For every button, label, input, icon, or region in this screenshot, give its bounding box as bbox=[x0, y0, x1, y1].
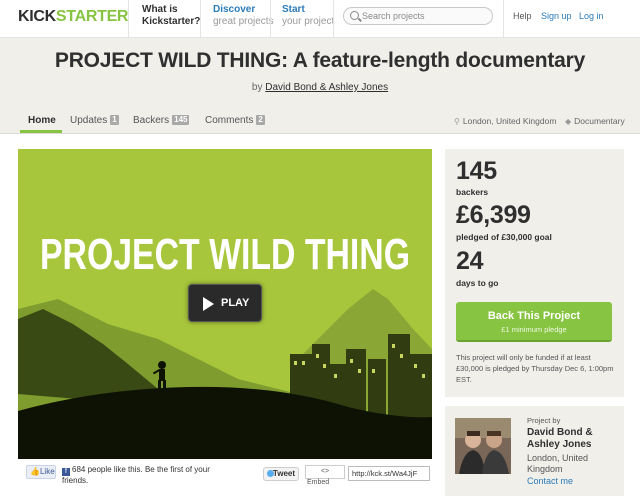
backers-count-badge: 145 bbox=[172, 115, 190, 125]
contact-me-link[interactable]: Contact me bbox=[527, 476, 573, 486]
back-button-label: Back This Project bbox=[487, 310, 581, 322]
nav-divider bbox=[128, 0, 129, 38]
days-to-go-count: 24 bbox=[456, 247, 484, 275]
nav-what-is-line1: What is bbox=[142, 4, 178, 15]
share-bar: 👍Like f 684 people like this. Be the firs… bbox=[18, 462, 432, 496]
facebook-icon: f bbox=[62, 468, 70, 476]
pledged-label: pledged of £30,000 goal bbox=[456, 232, 552, 242]
tab-backers-label: Backers bbox=[133, 115, 170, 126]
search-input[interactable] bbox=[362, 9, 487, 23]
nav-start[interactable]: Start your project bbox=[282, 4, 334, 28]
nav-what-is-kickstarter[interactable]: What is Kickstarter? bbox=[142, 4, 200, 28]
embed-label: Embed bbox=[307, 479, 330, 486]
creator-avatar[interactable] bbox=[455, 418, 511, 474]
project-byline: by David Bond & Ashley Jones bbox=[0, 82, 640, 93]
short-url-field[interactable] bbox=[348, 466, 430, 481]
category-label: Documentary bbox=[574, 116, 625, 126]
min-pledge-label: £1 minimum pledge bbox=[501, 325, 567, 334]
tag-icon: ◆ bbox=[565, 117, 572, 126]
project-by-label: Project by bbox=[527, 416, 561, 425]
top-navigation: KICKSTARTER What is Kickstarter? Discove… bbox=[0, 0, 640, 38]
embed-button[interactable]: <> bbox=[305, 465, 345, 479]
updates-count-badge: 1 bbox=[110, 115, 119, 125]
nav-start-label: Start bbox=[282, 4, 305, 15]
nav-discover[interactable]: Discover great projects bbox=[213, 4, 274, 28]
search-box bbox=[343, 7, 493, 25]
backers-count: 145 bbox=[456, 157, 497, 185]
tab-comments[interactable]: Comments 2 bbox=[205, 115, 265, 126]
nav-discover-label: Discover bbox=[213, 4, 256, 15]
thumbs-up-icon: 👍 bbox=[30, 467, 40, 476]
active-tab-indicator bbox=[20, 130, 62, 133]
twitter-bird-icon bbox=[267, 470, 274, 477]
project-location[interactable]: ⚲ London, United Kingdom bbox=[454, 116, 556, 126]
nav-divider bbox=[333, 0, 334, 38]
play-icon bbox=[203, 297, 214, 311]
project-title: PROJECT WILD THING: A feature-length doc… bbox=[54, 49, 586, 72]
tab-updates-label: Updates bbox=[70, 115, 108, 126]
embed-code-icon: <> bbox=[320, 468, 330, 475]
nav-start-sublabel: your project bbox=[282, 16, 335, 27]
funding-deadline-note: This project will only be funded if at l… bbox=[456, 353, 614, 384]
kickstarter-logo[interactable]: KICKSTARTER bbox=[18, 8, 129, 26]
video-poster-title: PROJECT WILD THING bbox=[40, 230, 410, 279]
creator-location: London, United Kingdom bbox=[527, 453, 589, 474]
tweet-label: Tweet bbox=[272, 469, 295, 478]
nav-what-is-line2: Kickstarter? bbox=[142, 16, 201, 27]
play-button[interactable]: PLAY bbox=[188, 284, 262, 322]
comments-count-badge: 2 bbox=[256, 115, 265, 125]
funding-stats: 145 backers £6,399 pledged of £30,000 go… bbox=[445, 149, 624, 397]
creator-name[interactable]: David Bond & Ashley Jones bbox=[527, 427, 622, 451]
facebook-like-count: f 684 people like this. Be the first of y… bbox=[62, 465, 232, 486]
facebook-like-text: 684 people like this. Be the first of yo… bbox=[62, 465, 210, 485]
login-link[interactable]: Log in bbox=[579, 11, 604, 21]
nav-discover-sublabel: great projects bbox=[213, 16, 274, 27]
project-category[interactable]: ◆ Documentary bbox=[565, 116, 625, 126]
play-label: PLAY bbox=[221, 297, 250, 309]
backers-label: backers bbox=[456, 187, 489, 197]
tab-comments-label: Comments bbox=[205, 115, 254, 126]
pledged-amount: £6,399 bbox=[456, 201, 531, 229]
creator-link[interactable]: David Bond & Ashley Jones bbox=[265, 82, 388, 93]
search-icon bbox=[350, 11, 359, 20]
tab-home[interactable]: Home bbox=[28, 115, 56, 126]
nav-divider bbox=[200, 0, 201, 38]
logo-part-kick: KICK bbox=[18, 8, 56, 25]
byline-prefix: by bbox=[251, 82, 263, 93]
signup-link[interactable]: Sign up bbox=[541, 11, 572, 21]
tab-home-label: Home bbox=[28, 115, 56, 126]
creator-photo bbox=[455, 418, 511, 474]
back-this-project-button[interactable]: Back This Project £1 minimum pledge bbox=[456, 302, 612, 342]
tab-backers[interactable]: Backers 145 bbox=[133, 115, 190, 126]
creator-box: Project by David Bond & Ashley Jones Lon… bbox=[445, 406, 624, 496]
location-pin-icon: ⚲ bbox=[454, 117, 460, 126]
tweet-button[interactable]: Tweet bbox=[263, 467, 299, 481]
nav-divider bbox=[503, 0, 504, 38]
help-link[interactable]: Help bbox=[513, 11, 532, 21]
nav-divider bbox=[270, 0, 271, 38]
like-label: Like bbox=[39, 467, 55, 476]
logo-part-starter: STARTER bbox=[55, 8, 129, 25]
facebook-like-button[interactable]: 👍Like bbox=[26, 465, 56, 479]
location-label: London, United Kingdom bbox=[462, 116, 557, 126]
tab-updates[interactable]: Updates 1 bbox=[70, 115, 119, 126]
days-to-go-label: days to go bbox=[456, 278, 499, 288]
